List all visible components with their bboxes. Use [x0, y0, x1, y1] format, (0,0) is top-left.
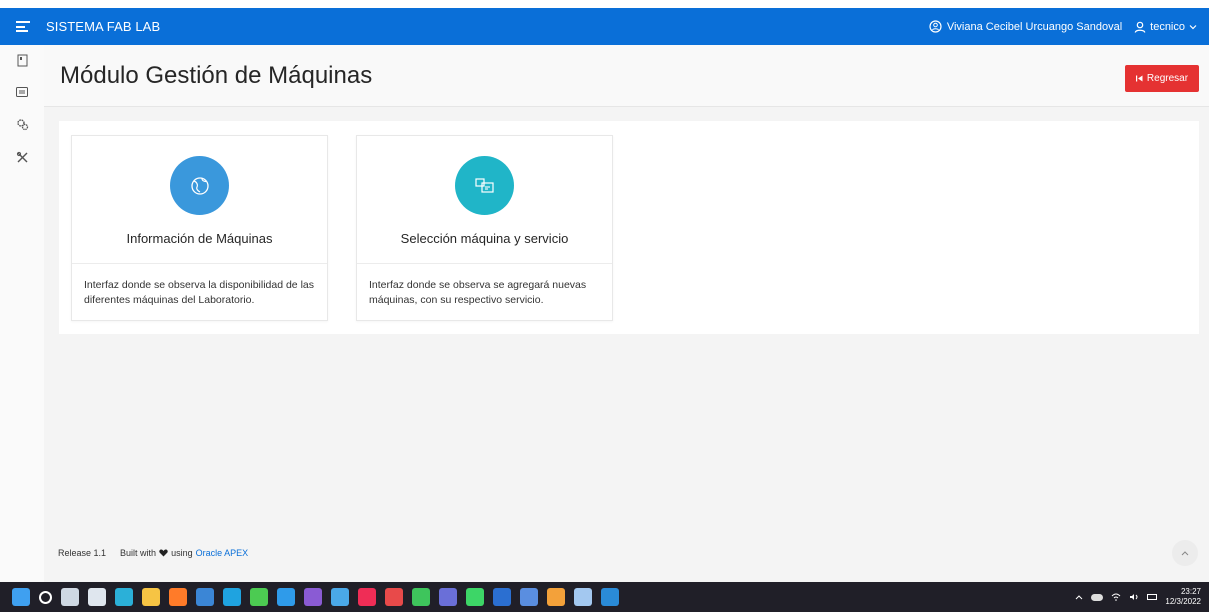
nav-item-page[interactable]	[0, 45, 44, 75]
media-taskbar-icon[interactable]	[601, 588, 619, 606]
card-divider	[357, 263, 612, 264]
wifi-icon[interactable]	[1111, 593, 1121, 601]
dove-taskbar-icon[interactable]	[520, 588, 538, 606]
user-menu-button[interactable]: tecnico	[1134, 21, 1197, 33]
chevron-down-icon	[1189, 24, 1197, 29]
teams-taskbar-icon[interactable]	[439, 588, 457, 606]
package-taskbar-icon[interactable]	[547, 588, 565, 606]
card-description: Interfaz donde se observa se agregará nu…	[369, 279, 587, 306]
heart-icon	[159, 549, 168, 557]
chevron-up-tray-icon[interactable]	[1075, 594, 1083, 600]
built-with-label: Built with	[120, 548, 157, 558]
clock-date: 12/3/2022	[1165, 597, 1201, 606]
clock-time: 23:27	[1180, 587, 1201, 596]
card-title: Información de Máquinas	[126, 231, 273, 246]
word-taskbar-icon[interactable]	[493, 588, 511, 606]
visual-studio-taskbar-icon[interactable]	[304, 588, 322, 606]
task-view-taskbar-icon[interactable]	[61, 588, 79, 606]
app-header: SISTEMA FAB LAB Viviana Cecibel Urcuango…	[0, 8, 1209, 45]
globe-icon	[170, 156, 229, 215]
file-explorer-taskbar-icon[interactable]	[142, 588, 160, 606]
user-fullname-item[interactable]: Viviana Cecibel Urcuango Sandoval	[929, 20, 1122, 33]
onedrive-taskbar-icon[interactable]	[88, 588, 106, 606]
gears-icon	[16, 119, 28, 131]
spotify-taskbar-icon[interactable]	[466, 588, 484, 606]
volume-icon[interactable]	[1129, 593, 1139, 601]
nav-item-gears[interactable]	[0, 108, 44, 141]
clock[interactable]: 23:27 12/3/2022	[1165, 587, 1201, 607]
app-l-taskbar-icon[interactable]	[223, 588, 241, 606]
using-label: using	[171, 548, 193, 558]
machine-service-icon	[455, 156, 514, 215]
tools-icon	[16, 151, 27, 163]
taskbar-apps	[0, 588, 619, 606]
menu-toggle-icon[interactable]	[16, 21, 30, 32]
page-title: Módulo Gestión de Máquinas	[60, 62, 373, 89]
battery-icon[interactable]	[1147, 594, 1158, 600]
search-taskbar-icon[interactable]	[39, 590, 52, 604]
list-icon	[16, 86, 28, 97]
card-informacion-maquinas[interactable]: Información de Máquinas Interfaz donde s…	[71, 135, 328, 321]
page-icon	[17, 54, 27, 66]
system-tray: 23:27 12/3/2022	[1075, 587, 1201, 607]
xbox-taskbar-icon[interactable]	[250, 588, 268, 606]
card-description: Interfaz donde se observa la disponibili…	[84, 279, 314, 306]
whatsapp-taskbar-icon[interactable]	[412, 588, 430, 606]
user-icon	[1134, 21, 1146, 33]
nav-item-tools[interactable]	[0, 141, 44, 174]
cards-region: Información de Máquinas Interfaz donde s…	[59, 121, 1199, 334]
windows-taskbar: 23:27 12/3/2022	[0, 582, 1209, 612]
page-title-bar: Módulo Gestión de Máquinas Regresar	[44, 45, 1209, 107]
mail-taskbar-icon[interactable]	[196, 588, 214, 606]
mendeley-taskbar-icon[interactable]	[385, 588, 403, 606]
back-button-label: Regresar	[1146, 73, 1189, 84]
chevron-up-icon	[1181, 550, 1189, 555]
illustrator-taskbar-icon[interactable]	[358, 588, 376, 606]
side-navigation	[0, 45, 44, 582]
username: tecnico	[1150, 20, 1185, 33]
app-name[interactable]: SISTEMA FAB LAB	[46, 19, 160, 34]
vscode-taskbar-icon[interactable]	[277, 588, 295, 606]
firefox-taskbar-icon[interactable]	[169, 588, 187, 606]
cloud-icon[interactable]	[1091, 593, 1104, 601]
page-footer: Release 1.1 Built with using Oracle APEX	[44, 524, 1209, 582]
edge-taskbar-icon[interactable]	[115, 588, 133, 606]
user-badge-icon	[929, 20, 942, 33]
nav-item-list[interactable]	[0, 75, 44, 108]
scroll-to-top-button[interactable]	[1172, 540, 1198, 566]
card-divider	[72, 263, 327, 264]
card-title: Selección máquina y servicio	[400, 231, 569, 246]
built-with-text: Built with using Oracle APEX	[120, 548, 248, 558]
card-seleccion-maquina-servicio[interactable]: Selección máquina y servicio Interfaz do…	[356, 135, 613, 321]
cube-taskbar-icon[interactable]	[331, 588, 349, 606]
back-button[interactable]: Regresar	[1125, 65, 1199, 92]
main-content: Módulo Gestión de Máquinas Regresar Info…	[44, 45, 1209, 582]
user-fullname: Viviana Cecibel Urcuango Sandoval	[946, 20, 1123, 33]
oracle-apex-link[interactable]: Oracle APEX	[196, 548, 249, 558]
release-label: Release 1.1	[58, 548, 107, 558]
skip-back-icon	[1135, 75, 1143, 82]
windows-start-taskbar-icon[interactable]	[12, 588, 30, 606]
notes-taskbar-icon[interactable]	[574, 588, 592, 606]
